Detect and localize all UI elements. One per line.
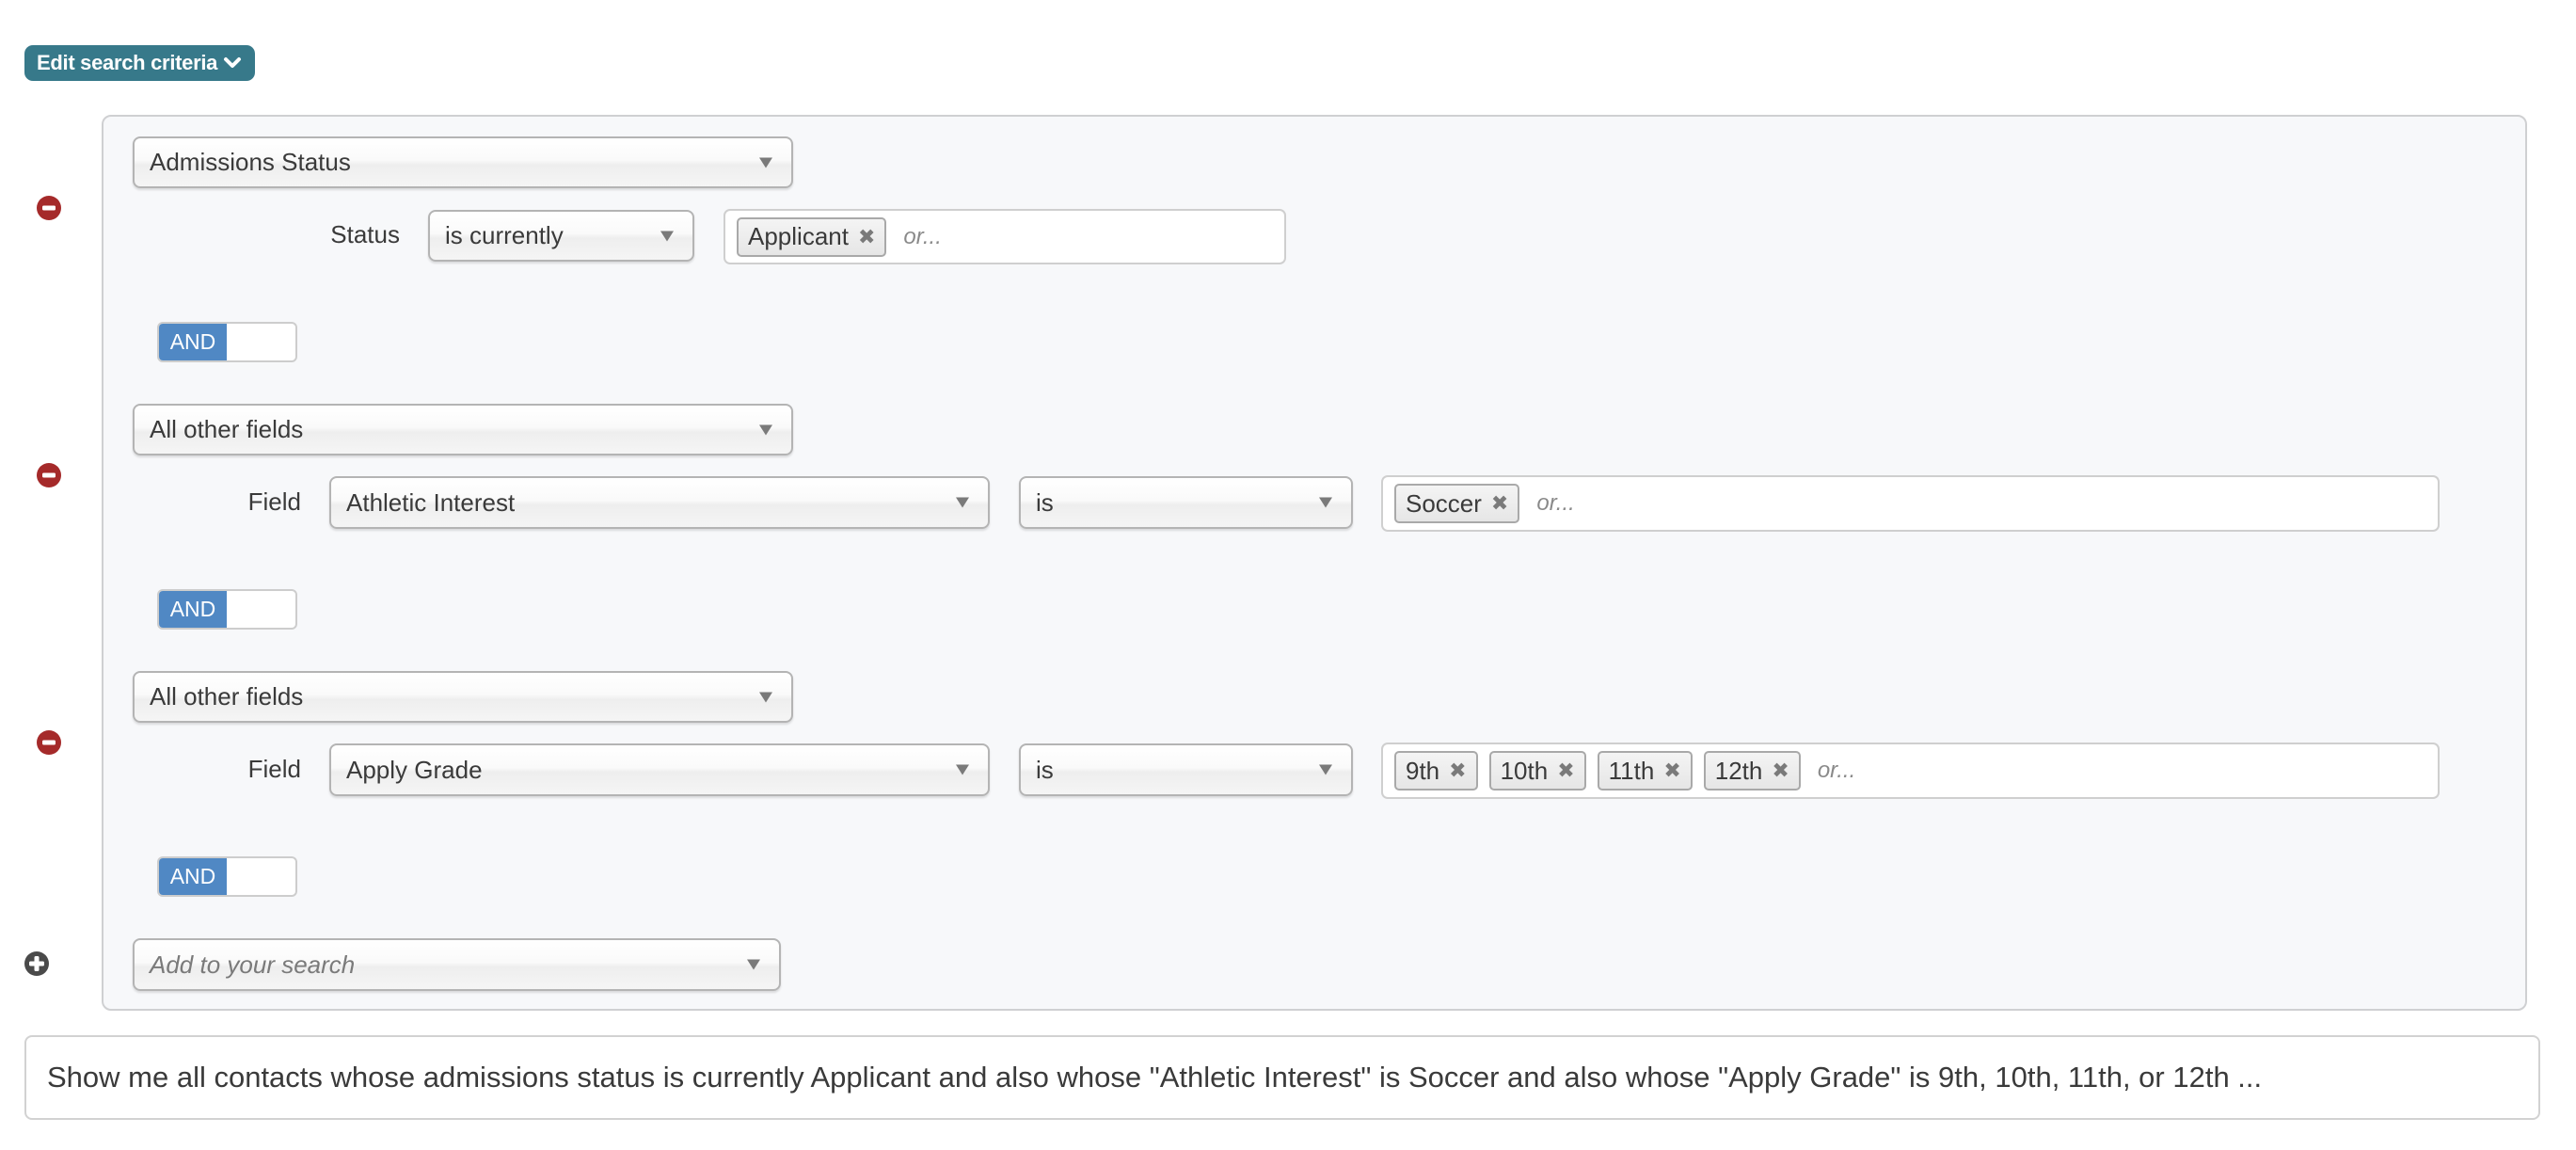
criterion-3-connector-toggle[interactable]: AND <box>157 856 297 897</box>
criterion-3-operator-select[interactable]: is <box>1019 743 1353 796</box>
remove-tag-icon[interactable]: ✖ <box>1663 760 1680 781</box>
criterion-3-field-select[interactable]: Apply Grade <box>329 743 990 796</box>
criterion-3-values-input[interactable]: 9th ✖ 10th ✖ 11th ✖ 12th ✖ or... <box>1381 743 2440 799</box>
criterion-2-row-label: Field <box>247 487 301 516</box>
dropdown-arrow-icon <box>759 692 772 702</box>
value-tag-label: 9th <box>1406 756 1440 785</box>
value-tag-label: 10th <box>1500 756 1549 785</box>
remove-tag-icon[interactable]: ✖ <box>1772 760 1789 781</box>
value-tag-label: Soccer <box>1406 488 1482 518</box>
criterion-3-field-value: Apply Grade <box>346 755 483 784</box>
values-placeholder: or... <box>1536 490 1575 516</box>
criterion-2-values-input[interactable]: Soccer ✖ or... <box>1381 475 2440 532</box>
remove-criterion-1-icon[interactable] <box>36 195 62 221</box>
remove-criterion-2-icon[interactable] <box>36 462 62 488</box>
criterion-1-operator-select[interactable]: is currently <box>428 210 694 262</box>
value-tag: 12th ✖ <box>1703 751 1801 791</box>
criterion-2-field-select[interactable]: Athletic Interest <box>329 476 990 529</box>
search-summary: Show me all contacts whose admissions st… <box>24 1035 2540 1120</box>
dropdown-arrow-icon <box>759 157 772 168</box>
dropdown-arrow-icon <box>660 231 674 241</box>
dropdown-arrow-icon <box>956 497 969 508</box>
criterion-1-field-type-select[interactable]: Admissions Status <box>133 136 793 188</box>
value-tag-label: Applicant <box>748 222 849 250</box>
criterion-1-field-type-value: Admissions Status <box>150 148 351 176</box>
value-tag-label: 11th <box>1608 756 1655 785</box>
criterion-3-field-type-select[interactable]: All other fields <box>133 671 793 723</box>
search-summary-text: Show me all contacts whose admissions st… <box>47 1061 2263 1094</box>
criterion-2-connector-toggle[interactable]: AND <box>157 589 297 630</box>
criterion-1-connector-toggle[interactable]: AND <box>157 322 297 362</box>
criterion-3-operator-value: is <box>1036 755 1054 784</box>
remove-tag-icon[interactable]: ✖ <box>858 226 875 248</box>
connector-label: AND <box>159 858 227 895</box>
edit-search-criteria-button[interactable]: Edit search criteria <box>24 45 256 81</box>
connector-label: AND <box>159 324 227 360</box>
remove-tag-icon[interactable]: ✖ <box>1491 493 1508 514</box>
criterion-1-row-label: Status <box>330 220 400 248</box>
value-tag: Soccer ✖ <box>1394 484 1520 523</box>
values-placeholder: or... <box>903 223 942 249</box>
criterion-1-values-input[interactable]: Applicant ✖ or... <box>724 209 1286 264</box>
dropdown-arrow-icon <box>1319 764 1332 775</box>
dropdown-arrow-icon <box>759 424 772 435</box>
remove-tag-icon[interactable]: ✖ <box>1557 760 1574 781</box>
dropdown-arrow-icon <box>956 764 969 775</box>
criterion-2-field-type-value: All other fields <box>150 415 304 443</box>
dropdown-arrow-icon <box>747 959 760 970</box>
criterion-2-field-value: Athletic Interest <box>346 487 516 517</box>
value-tag: 11th ✖ <box>1597 751 1693 791</box>
remove-tag-icon[interactable]: ✖ <box>1449 760 1466 781</box>
edit-search-criteria-label: Edit search criteria <box>37 51 218 74</box>
value-tag-label: 12th <box>1714 756 1763 785</box>
value-tag: 9th ✖ <box>1394 751 1478 791</box>
chevron-down-icon <box>224 57 242 68</box>
criterion-2-operator-select[interactable]: is <box>1019 476 1353 529</box>
criterion-2-field-type-select[interactable]: All other fields <box>133 404 793 455</box>
criterion-3-row-label: Field <box>247 755 301 783</box>
criterion-3-field-type-value: All other fields <box>150 682 304 711</box>
add-to-search-select[interactable]: Add to your search <box>133 938 781 991</box>
remove-criterion-3-icon[interactable] <box>36 729 62 756</box>
add-to-search-placeholder: Add to your search <box>150 950 356 979</box>
add-criterion-icon[interactable] <box>24 950 50 977</box>
value-tag: 10th ✖ <box>1488 751 1586 791</box>
connector-label: AND <box>159 591 227 628</box>
dropdown-arrow-icon <box>1319 497 1332 508</box>
value-tag: Applicant ✖ <box>737 216 887 257</box>
criterion-2-operator-value: is <box>1036 487 1054 517</box>
criterion-1-operator-value: is currently <box>445 221 564 249</box>
values-placeholder: or... <box>1817 758 1856 783</box>
